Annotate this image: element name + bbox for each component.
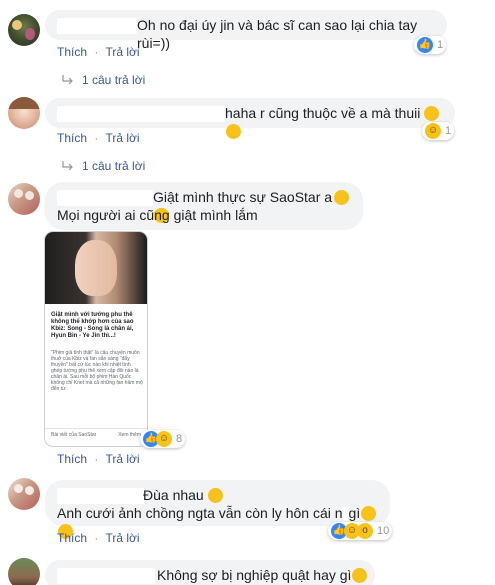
comment-bubble: Đùa nhau Anh cưới ảnh chồng ngta vẫn còn…	[45, 480, 390, 539]
comment-text: haha r cũng thuộc về a mà thuii	[225, 104, 455, 140]
article-footer: Bài viết của SaoStar Xem thêm	[45, 428, 147, 446]
commenter-name[interactable]	[57, 568, 155, 585]
comment-text: Oh no đại úy jin và bác sĩ can sao lại c…	[137, 17, 418, 51]
avatar[interactable]	[8, 183, 40, 215]
comment-bubble: haha r cũng thuộc về a mà thuii	[45, 98, 455, 139]
like-link[interactable]: Thích	[57, 452, 87, 466]
reaction-count: 1	[437, 39, 444, 51]
reaction-summary[interactable]: 👍 ☺ o 10	[328, 522, 393, 540]
comment-text: Không sợ bị nghiệp quật hay gì	[157, 566, 368, 584]
avatar[interactable]	[8, 97, 40, 129]
comment-text-content: haha r cũng thuộc về a mà thuii	[225, 105, 421, 121]
comment-text-content: Đùa nhau	[143, 487, 204, 503]
avatar-detail	[14, 484, 23, 493]
view-replies-link[interactable]: 1 câu trả lời	[62, 159, 145, 173]
reply-link[interactable]: Trả lời	[105, 452, 139, 466]
see-more-link[interactable]: Xem thêm	[118, 432, 141, 438]
comment-actions: Thích · Trả lời	[57, 452, 144, 466]
avatar[interactable]	[8, 478, 40, 510]
avatar-detail	[14, 189, 23, 198]
reply-arrow-icon	[62, 161, 73, 171]
smirk-emoji-icon	[207, 488, 223, 503]
haha-icon: ☺	[156, 431, 172, 447]
commenter-name[interactable]	[57, 190, 153, 207]
avatar-detail	[12, 20, 22, 30]
reaction-summary[interactable]: ☺ 1	[422, 122, 455, 140]
reaction-count: 8	[176, 433, 183, 445]
relieved-emoji-icon	[334, 190, 350, 205]
article-headline[interactable]: Giật mình với tướng phu thê không thể kh…	[51, 312, 143, 340]
article-photo-face	[75, 240, 117, 296]
view-replies-link[interactable]: 1 câu trả lời	[62, 73, 145, 87]
comment-bubble: Oh no đại úy jin và bác sĩ can sao lại c…	[45, 10, 447, 51]
separator-dot: ·	[94, 531, 99, 545]
avatar[interactable]	[8, 558, 40, 585]
like-link[interactable]: Thích	[57, 131, 87, 145]
avatar-detail	[25, 191, 34, 200]
separator-dot: ·	[94, 131, 99, 145]
haha-icon: ☺	[425, 123, 441, 139]
smile-emoji-icon	[352, 568, 368, 583]
avatar-detail	[8, 97, 40, 109]
shared-article-card[interactable]: Giật mình với tướng phu thê không thể kh…	[45, 232, 147, 446]
comment-bubble: Không sợ bị nghiệp quật hay gì	[45, 560, 375, 585]
article-excerpt: "Phim giả tình thật" là câu chuyện muôn …	[51, 350, 143, 392]
comment-actions: Thích · Trả lời	[57, 531, 144, 545]
comment-actions: Thích · Trả lời	[57, 45, 144, 59]
commenter-name[interactable]	[57, 18, 137, 35]
comment-text-line1: Đùa nhau	[143, 486, 223, 504]
replies-count-label: 1 câu trả lời	[82, 73, 146, 87]
avatar-detail	[25, 28, 35, 40]
article-source[interactable]: Bài viết của SaoStar	[51, 432, 96, 438]
replies-count-label: 1 câu trả lời	[82, 159, 146, 173]
comment-text-line2: Mọi người ai cũng giật mình lắm	[57, 207, 258, 223]
separator-dot: ·	[94, 452, 99, 466]
comment-text-content: Giật mình thực sự SaoStar a	[153, 189, 333, 205]
like-icon: 👍	[417, 37, 433, 53]
like-link[interactable]: Thích	[57, 45, 87, 59]
commenter-name[interactable]	[57, 488, 145, 505]
reply-arrow-icon	[62, 75, 73, 85]
reaction-summary[interactable]: 👍 ☺ 8	[140, 430, 186, 448]
wow-icon: o	[357, 523, 373, 539]
reply-link[interactable]: Trả lời	[105, 531, 139, 545]
article-photo[interactable]	[45, 232, 147, 304]
commenter-name[interactable]	[57, 106, 225, 123]
reaction-count: 1	[445, 125, 452, 137]
comment-text-content: Không sợ bị nghiệp quật hay gì	[157, 567, 352, 583]
comment-text-tail: gì	[348, 505, 361, 521]
laughing-emoji-icon	[424, 106, 440, 121]
reaction-count: 10	[377, 525, 390, 537]
reply-link[interactable]: Trả lời	[105, 45, 139, 59]
reaction-summary[interactable]: 👍 1	[414, 36, 447, 54]
reply-link[interactable]: Trả lời	[105, 131, 139, 145]
like-link[interactable]: Thích	[57, 531, 87, 545]
avatar[interactable]	[8, 14, 40, 46]
separator-dot: ·	[94, 45, 99, 59]
avatar-detail	[25, 486, 34, 495]
comment-text-content: Anh cưới ảnh chồng ngta vẫn còn ly hôn c…	[57, 505, 343, 521]
laughing-emoji-icon	[226, 124, 241, 139]
comment-bubble: Giật mình thực sự SaoStar a Mọi người ai…	[45, 182, 363, 230]
comment-actions: Thích · Trả lời	[57, 131, 144, 145]
scream-emoji-icon	[361, 506, 377, 521]
